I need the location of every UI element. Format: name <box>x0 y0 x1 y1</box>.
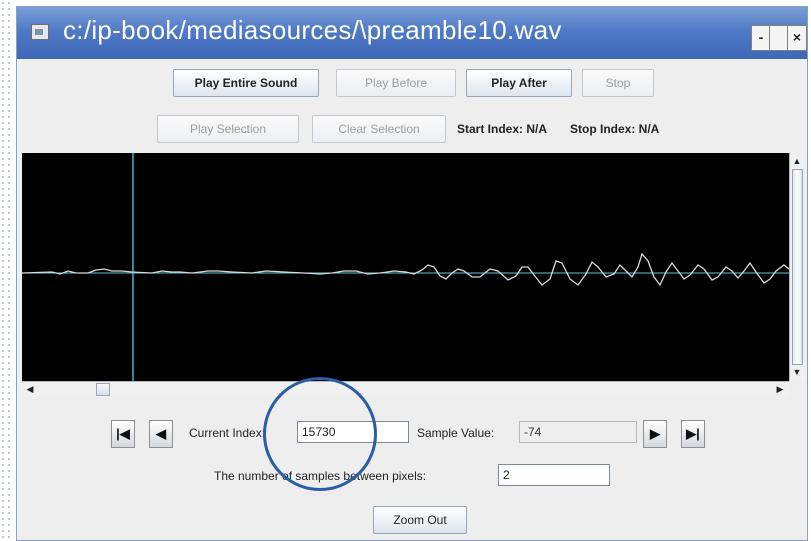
play-before-button[interactable]: Play Before <box>336 69 456 97</box>
vertical-scrollbar[interactable]: ▲ ▼ <box>789 153 805 381</box>
minimize-button[interactable]: - <box>751 25 771 51</box>
start-index-label: Start Index: N/A <box>457 122 548 136</box>
sound-explorer-window: c:/ip-book/mediasources/\preamble10.wav … <box>16 6 808 541</box>
java-window-icon <box>31 24 49 40</box>
skip-to-start-button[interactable]: |◀ <box>111 420 135 448</box>
waveform-panel[interactable] <box>21 153 790 381</box>
title-bar[interactable]: c:/ip-book/mediasources/\preamble10.wav … <box>17 7 807 59</box>
page-edge-dots <box>0 0 12 541</box>
waveform-trace <box>21 252 790 287</box>
zoom-out-button[interactable]: Zoom Out <box>373 506 467 534</box>
skip-to-start-icon: |◀ <box>116 426 130 441</box>
play-selection-button[interactable]: Play Selection <box>157 115 299 143</box>
annotation-circle <box>263 377 377 491</box>
step-back-button[interactable]: ◀ <box>149 420 173 448</box>
scroll-left-arrow-icon[interactable]: ◀ <box>24 383 36 396</box>
sample-value-field: -74 <box>519 421 637 443</box>
scroll-down-arrow-icon[interactable]: ▼ <box>792 366 802 378</box>
skip-to-end-icon: ▶| <box>686 426 700 441</box>
step-forward-icon: ▶ <box>650 426 660 441</box>
waveform-graph <box>21 153 790 381</box>
skip-to-end-button[interactable]: ▶| <box>681 420 705 448</box>
horizontal-scrollbar[interactable]: ◀ ▶ <box>22 381 789 397</box>
stop-index-label: Stop Index: N/A <box>570 122 660 136</box>
horizontal-scroll-thumb[interactable] <box>96 383 110 396</box>
maximize-button[interactable] <box>769 25 789 51</box>
window-title: c:/ip-book/mediasources/\preamble10.wav <box>63 15 562 45</box>
step-back-icon: ◀ <box>156 426 166 441</box>
clear-selection-button[interactable]: Clear Selection <box>312 115 446 143</box>
stop-button[interactable]: Stop <box>582 69 654 97</box>
play-entire-sound-button[interactable]: Play Entire Sound <box>173 69 319 97</box>
play-after-button[interactable]: Play After <box>466 69 572 97</box>
step-forward-button[interactable]: ▶ <box>643 420 667 448</box>
scroll-right-arrow-icon[interactable]: ▶ <box>774 383 786 396</box>
samples-between-pixels-field[interactable]: 2 <box>498 464 610 486</box>
current-index-label: Current Index: <box>189 426 266 440</box>
scroll-up-arrow-icon[interactable]: ▲ <box>792 155 802 167</box>
sample-value-label: Sample Value: <box>417 426 495 440</box>
close-button[interactable]: × <box>787 25 807 51</box>
vertical-scroll-thumb[interactable] <box>792 169 803 365</box>
